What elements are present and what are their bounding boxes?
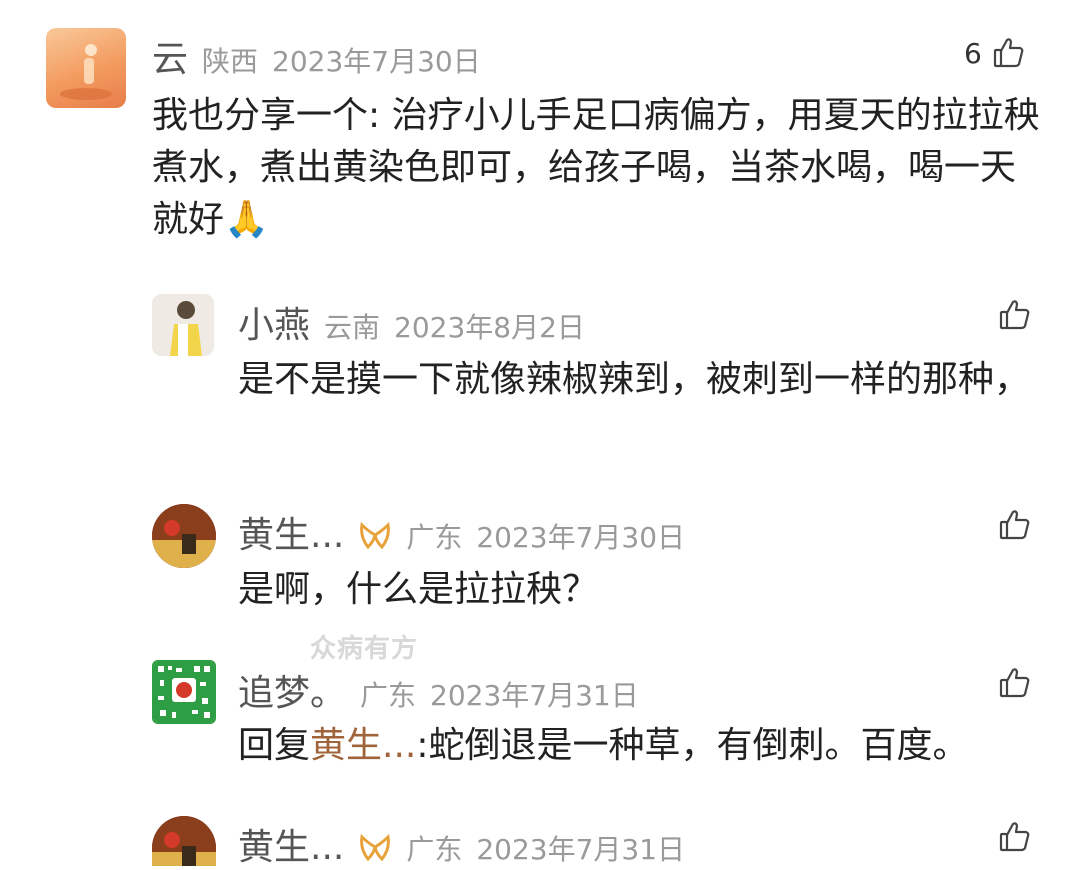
like-button[interactable]: 6 xyxy=(964,36,1026,70)
gold-ribbon-icon xyxy=(360,833,391,862)
comment-meta: 黄生... 广东 2023年7月31日 xyxy=(238,818,685,870)
user-name[interactable]: 云 xyxy=(152,30,188,82)
like-button[interactable] xyxy=(998,820,1032,854)
watermark: 众病有方 xyxy=(310,634,419,664)
user-name[interactable]: 追梦。 xyxy=(238,664,346,716)
comment-meta: 小燕 云南 2023年8月2日 xyxy=(238,296,585,348)
like-count: 6 xyxy=(964,36,982,70)
reply-to-user-link[interactable]: 黄生... xyxy=(310,725,416,766)
user-location: 云南 xyxy=(324,311,381,344)
avatar[interactable] xyxy=(46,28,126,108)
avatar[interactable] xyxy=(152,504,216,568)
comment-text: 回复黄生...:蛇倒退是一种草，有倒刺。百度。 xyxy=(238,720,1058,772)
thumbs-up-icon xyxy=(999,822,1030,852)
comment-meta: 云 陕西 2023年7月30日 xyxy=(152,30,481,82)
comment-date: 2023年7月30日 xyxy=(272,45,481,78)
user-location: 陕西 xyxy=(202,45,259,78)
user-name[interactable]: 小燕 xyxy=(238,296,310,348)
comment-date: 2023年8月2日 xyxy=(394,311,585,344)
gold-ribbon-icon xyxy=(360,521,391,550)
comment-text: 是啊，什么是拉拉秧？ xyxy=(238,569,599,610)
avatar[interactable] xyxy=(152,816,216,866)
user-location: 广东 xyxy=(406,833,463,866)
avatar[interactable] xyxy=(152,660,216,724)
comment-text: 我也分享一个: 治疗小儿手足口病偏方，用夏天的拉拉秧煮水，煮出黄染色即可，给孩子… xyxy=(152,95,1040,240)
like-button[interactable] xyxy=(998,666,1032,700)
comment-date: 2023年7月31日 xyxy=(476,833,686,866)
reply-prefix: 回复 xyxy=(238,725,311,766)
user-name[interactable]: 黄生... xyxy=(238,818,344,870)
thumbs-up-icon xyxy=(999,300,1030,330)
comment-text: 是不是摸一下就像辣椒辣到，被刺到一样的那种， xyxy=(238,359,1031,400)
user-location: 广东 xyxy=(360,679,417,712)
comment-meta: 追梦。 广东 2023年7月31日 xyxy=(238,664,639,716)
user-location: 广东 xyxy=(406,521,463,554)
thumbs-up-icon xyxy=(999,668,1030,698)
comment-meta: 黄生... 广东 2023年7月30日 xyxy=(238,506,685,558)
avatar[interactable] xyxy=(152,294,214,356)
thumbs-up-icon xyxy=(993,38,1024,68)
user-name[interactable]: 黄生... xyxy=(238,506,344,558)
comment-date: 2023年7月30日 xyxy=(476,521,686,554)
reply-body: :蛇倒退是一种草，有倒刺。百度。 xyxy=(416,725,969,766)
comment-date: 2023年7月31日 xyxy=(430,679,639,712)
thumbs-up-icon xyxy=(999,510,1030,540)
like-button[interactable] xyxy=(998,298,1032,332)
like-button[interactable] xyxy=(998,508,1032,542)
